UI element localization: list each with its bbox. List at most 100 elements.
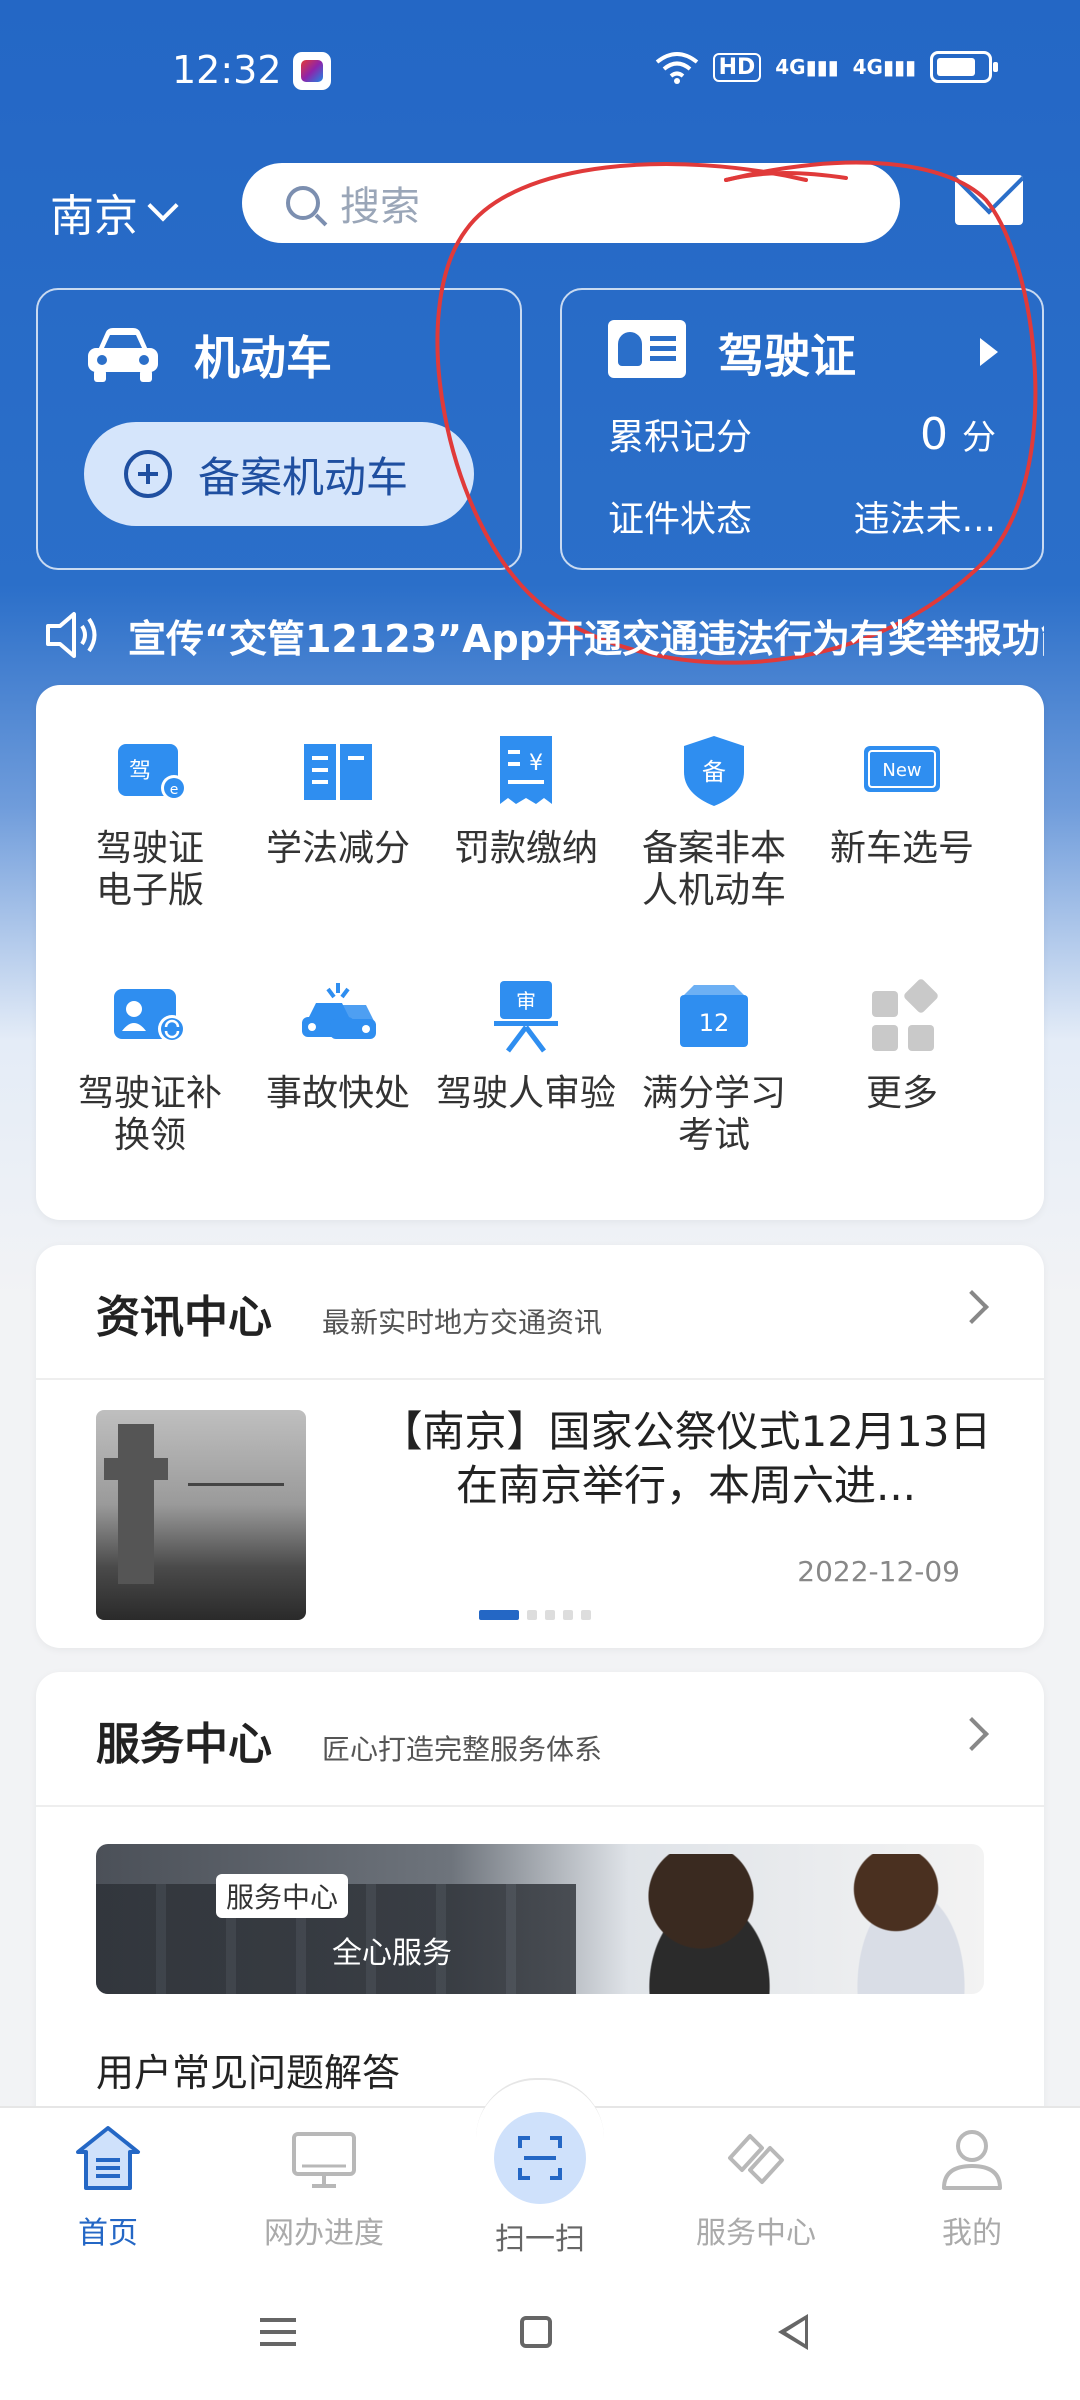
service-center-panel: 服务中心 匠心打造完整服务体系 服务中心 全心服务 用户常见问题解答 [36, 1672, 1044, 2132]
carousel-dot [545, 1610, 555, 1620]
register-vehicle-button[interactable]: 备案机动车 [84, 422, 474, 526]
status-label: 证件状态 [608, 499, 753, 540]
license-card[interactable]: 驾驶证 累积记分 0分 证件状态 违法未... [560, 288, 1044, 570]
nav-label: 首页 [78, 2216, 138, 2251]
banner-person-phone [836, 1854, 984, 1994]
banner-text: 全心服务 [332, 1936, 452, 1971]
scan-button[interactable] [494, 2112, 586, 2204]
grid-label: 驾驶人审验 [435, 1073, 616, 1114]
car-icon [88, 328, 158, 382]
svg-text:12: 12 [699, 1009, 730, 1037]
carousel-dot [563, 1610, 573, 1620]
grid-label: 罚款缴纳 [453, 828, 598, 869]
grid-item-more[interactable]: 更多 [808, 975, 996, 1115]
grid-item-license-renew[interactable]: 驾驶证补换领 [56, 975, 244, 1157]
status-indicators: HD 4G▮▮▮ 4G▮▮▮ [655, 50, 998, 84]
service-header[interactable]: 服务中心 匠心打造完整服务体系 [96, 1708, 602, 1772]
grid-label: 满分学习考试 [641, 1073, 786, 1156]
search-placeholder: 搜索 [340, 184, 420, 230]
thumbnail-detail [188, 1460, 284, 1486]
e-license-icon: 驾 e [118, 744, 187, 801]
license-card-title: 驾驶证 [718, 329, 856, 383]
review-icon: 审 [494, 981, 558, 1053]
news-panel: 资讯中心 最新实时地方交通资讯 【南京】国家公祭仪式12月13日在南京举行，本周… [36, 1245, 1044, 1648]
svg-text:e: e [170, 782, 179, 798]
svg-text:¥: ¥ [529, 751, 543, 776]
news-subtitle: 最新实时地方交通资讯 [322, 1306, 603, 1339]
news-title: 资讯中心 [96, 1292, 272, 1343]
notice-bar[interactable]: 宣传“交管12123”App开通交通违法行为有奖举报功能 [44, 600, 1044, 670]
nav-item-mine[interactable]: 我的 [892, 2122, 1052, 2252]
chevron-right-icon[interactable] [955, 1290, 989, 1324]
grid-item-new-plate[interactable]: New 新车选号 [808, 730, 996, 870]
search-bar[interactable]: 搜索 [242, 163, 900, 243]
hd-badge: HD [712, 52, 762, 82]
nav-item-scan[interactable]: 扫一扫 [460, 2112, 620, 2258]
news-item-title[interactable]: 【南京】国家公祭仪式12月13日在南京举行，本周六进... [376, 1405, 996, 1513]
search-icon [286, 186, 320, 220]
news-item-date: 2022-12-09 [797, 1555, 960, 1588]
speaker-icon [46, 612, 97, 658]
grid-label: 事故快处 [265, 1073, 410, 1114]
exam-calendar-icon: 12 [680, 985, 748, 1047]
grid-label: 备案非本人机动车 [641, 828, 786, 911]
grid-item-fine[interactable]: ¥ 罚款缴纳 [432, 730, 620, 870]
points-unit: 分 [962, 418, 996, 458]
vehicle-card[interactable]: 机动车 备案机动车 [36, 288, 522, 570]
svg-text:备: 备 [702, 758, 726, 786]
carousel-dots [479, 1610, 591, 1620]
banner-person-headset [616, 1854, 786, 1994]
status-value: 违法未... [853, 499, 996, 540]
grid-item-study[interactable]: 学法减分 [244, 730, 432, 870]
nav-label: 服务中心 [696, 2216, 816, 2251]
home-square-icon[interactable] [520, 2316, 552, 2348]
carousel-dot [581, 1610, 591, 1620]
grid-label: 驾驶证电子版 [95, 828, 204, 911]
service-subtitle: 匠心打造完整服务体系 [322, 1733, 603, 1766]
nav-item-home[interactable]: 首页 [28, 2122, 188, 2252]
signal-4g-2: 4G▮▮▮ [852, 55, 916, 79]
battery-icon [930, 51, 998, 83]
home-icon [76, 2126, 140, 2190]
more-apps-icon [872, 979, 938, 1051]
nav-item-service[interactable]: 服务中心 [676, 2122, 836, 2252]
faq-link[interactable]: 用户常见问题解答 [96, 2042, 400, 2097]
svg-text:New: New [882, 760, 921, 781]
grid-label: 新车选号 [829, 828, 974, 869]
grid-label: 驾驶证补换领 [77, 1073, 222, 1156]
scan-icon [518, 2136, 562, 2180]
back-icon[interactable] [778, 2314, 808, 2350]
nav-label: 网办进度 [264, 2216, 384, 2251]
grid-item-accident[interactable]: 事故快处 [244, 975, 432, 1115]
nav-label: 我的 [942, 2216, 1002, 2251]
menu-icon[interactable] [260, 2318, 296, 2322]
chevron-down-icon [147, 190, 179, 222]
fine-receipt-icon: ¥ [500, 736, 552, 804]
news-thumbnail[interactable] [96, 1410, 306, 1620]
city-selector[interactable]: 南京 [50, 180, 179, 244]
chevron-right-icon[interactable] [955, 1717, 989, 1751]
city-label: 南京 [50, 191, 138, 242]
news-header[interactable]: 资讯中心 最新实时地方交通资讯 [96, 1281, 602, 1345]
status-row: 证件状态 违法未... [608, 490, 996, 542]
grid-item-register-other[interactable]: 备 备案非本人机动车 [620, 730, 808, 912]
wifi-icon [655, 52, 698, 84]
grid-label: 学法减分 [265, 828, 410, 869]
vehicle-card-title: 机动车 [194, 331, 332, 385]
banner-tag: 服务中心 [216, 1874, 349, 1918]
service-title: 服务中心 [96, 1719, 272, 1770]
grid-item-driver-review[interactable]: 审 驾驶人审验 [432, 975, 620, 1115]
points-value: 0 [920, 409, 948, 460]
service-banner[interactable]: 服务中心 全心服务 [96, 1844, 984, 1994]
points-row: 累积记分 0分 [608, 408, 996, 460]
grid-label: 更多 [865, 1073, 938, 1114]
grid-item-full-score-exam[interactable]: 12 满分学习考试 [620, 975, 808, 1157]
nav-item-progress[interactable]: 网办进度 [244, 2122, 404, 2252]
points-value-wrap: 0分 [920, 409, 996, 460]
grid-item-e-license[interactable]: 驾 e 驾驶证电子版 [56, 730, 244, 912]
mail-icon[interactable] [955, 175, 1023, 225]
shield-register-icon: 备 [684, 736, 744, 806]
svg-text:审: 审 [516, 989, 536, 1013]
carousel-dot [527, 1610, 537, 1620]
services-grid-panel: 驾 e 驾驶证电子版 学法减分 ¥ 罚款缴纳 备 备案非本人机动车 New 新车… [36, 685, 1044, 1220]
